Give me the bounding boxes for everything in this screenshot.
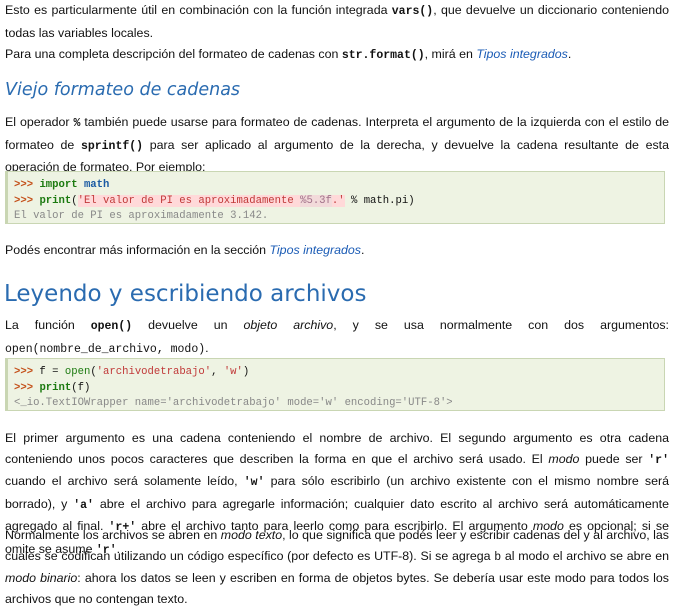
paragraph-funcion-open: La función open() devuelve un objeto arc… <box>5 315 669 360</box>
paragraph-vars: Esto es particularmente útil en combinac… <box>5 0 669 43</box>
paragraph-operador-modulo: El operador % también puede usarse para … <box>5 112 669 178</box>
code-output: El valor de PI es aproximadamente 3.142. <box>14 210 269 223</box>
text: , mirá en <box>424 47 477 61</box>
text: Esto es particularmente útil en combinac… <box>5 3 392 17</box>
inline-code-open-signature: open(nombre_de_archivo, modo) <box>5 342 206 356</box>
text-line: La función open() devuelve un objeto arc… <box>5 315 669 338</box>
emphasis-modo-texto: modo texto <box>220 528 283 542</box>
text: puede ser <box>579 451 649 466</box>
builtin-function: print <box>39 194 72 207</box>
text: : ahora los datos se leen y escriben en … <box>5 571 669 606</box>
text: cuando el archivo será solamente leído, <box>5 474 244 488</box>
prompt: >>> <box>14 179 34 191</box>
builtin-function: print <box>39 381 72 394</box>
code-text: f = <box>33 366 65 378</box>
code-line: >>> import math <box>14 178 664 194</box>
code-line: >>> print(f) <box>14 381 664 397</box>
keyword: import <box>39 179 78 191</box>
inline-code-vars: vars() <box>391 5 434 18</box>
emphasis-modo-binario: modo binario <box>5 571 78 585</box>
paragraph-mas-informacion: Podés encontrar más información en la se… <box>5 240 669 261</box>
code-example-open: >>> f = open('archivodetrabajo', 'w') >>>… <box>5 358 665 411</box>
text: . <box>205 340 209 355</box>
module-name: math <box>83 179 110 191</box>
prompt: >>> <box>14 194 34 207</box>
section-heading-archivos: Leyendo y escribiendo archivos <box>4 281 367 307</box>
text: La función <box>5 318 91 332</box>
text: Para una completa descripción del format… <box>5 47 342 61</box>
prompt: >>> <box>14 366 34 378</box>
string-literal: 'w' <box>223 366 243 378</box>
link-tipos-integrados[interactable]: Tipos integrados <box>269 243 361 257</box>
emphasis-modo: modo <box>548 451 580 466</box>
text: . <box>360 243 365 257</box>
inline-code-mode-a: 'a' <box>73 498 94 512</box>
text: devuelve un <box>132 318 244 332</box>
code-text: % math.pi) <box>344 194 415 207</box>
code-example-formateo: >>> import math >>> print('El valor de PI… <box>5 171 665 224</box>
code-text: , <box>211 366 224 378</box>
format-specifier: %5.3f <box>300 194 332 207</box>
inline-code-sprintf: sprintf() <box>80 139 144 153</box>
code-line: >>> f = open('archivodetrabajo', 'w') <box>14 365 664 381</box>
text: , y se usa normalmente con dos argumento… <box>333 318 669 332</box>
code-text: ) <box>242 366 250 378</box>
string-literal: 'El valor de PI es aproximadamente <box>77 194 301 207</box>
text: El operador <box>5 115 74 129</box>
string-literal: 'archivodetrabajo' <box>96 366 212 378</box>
code-text: ( <box>71 194 78 207</box>
inline-code-open: open() <box>90 320 133 333</box>
text: Podés encontrar más información en la se… <box>5 243 270 257</box>
builtin-function: open <box>64 366 91 378</box>
code-text: (f) <box>71 381 91 394</box>
text-line: open(nombre_de_archivo, modo). <box>5 338 669 361</box>
emphasis-objeto-archivo: objeto archivo <box>243 318 334 332</box>
text: . <box>567 47 572 61</box>
section-heading-viejo-formateo: Viejo formateo de cadenas <box>5 80 241 100</box>
code-output: <_io.TextIOWrapper name='archivodetrabaj… <box>14 397 453 410</box>
text: al modo el archivo se abre en <box>501 548 669 563</box>
inline-code-mode-r: 'r' <box>648 453 669 467</box>
inline-code-mode-w: 'w' <box>243 476 265 489</box>
prompt: >>> <box>14 381 34 394</box>
text: Normalmente los archivos se abren en <box>5 528 221 542</box>
inline-code-str-format: str.format() <box>341 49 425 62</box>
string-literal: .' <box>331 194 345 207</box>
code-line: >>> print('El valor de PI es aproximadam… <box>14 194 664 210</box>
paragraph-modo-texto-binario: Normalmente los archivos se abren en mod… <box>5 525 669 609</box>
link-tipos-integrados[interactable]: Tipos integrados <box>476 47 568 61</box>
document-page: Esto es particularmente útil en combinac… <box>0 0 677 606</box>
paragraph-str-format: Para una completa descripción del format… <box>5 44 669 67</box>
